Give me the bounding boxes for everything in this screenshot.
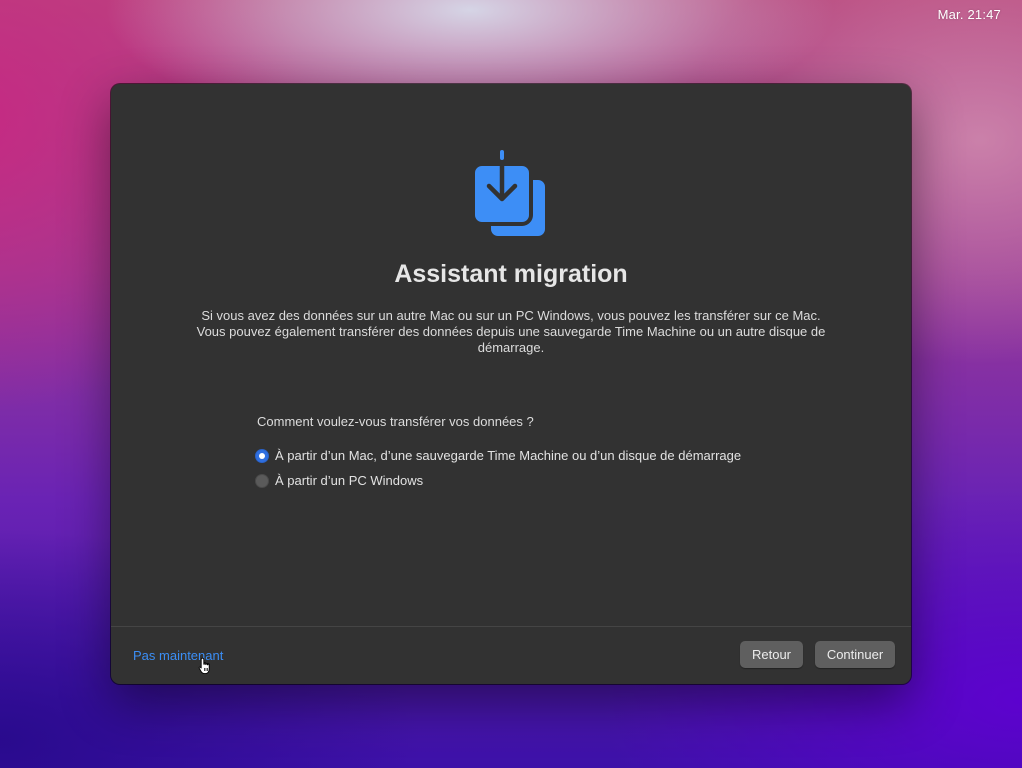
radio-selected-icon[interactable] [255, 448, 269, 463]
option-windows-transfer[interactable]: À partir d’un PC Windows [255, 473, 423, 488]
back-button[interactable]: Retour [740, 641, 803, 668]
option-mac-transfer[interactable]: À partir d’un Mac, d’une sauvegarde Time… [255, 448, 741, 463]
footer-divider [111, 626, 911, 627]
description-text: Si vous avez des données sur un autre Ma… [196, 308, 826, 355]
option-windows-label[interactable]: À partir d’un PC Windows [275, 473, 423, 488]
option-mac-label[interactable]: À partir d’un Mac, d’une sauvegarde Time… [275, 448, 741, 463]
radio-unselected-icon[interactable] [255, 473, 269, 488]
page-title: Assistant migration [394, 260, 628, 288]
transfer-question: Comment voulez-vous transférer vos donné… [257, 414, 534, 429]
menubar-clock[interactable]: Mar. 21:47 [938, 7, 1001, 22]
hand-pointer-cursor-icon [198, 657, 210, 675]
migration-assistant-window: Assistant migration Si vous avez des don… [111, 84, 911, 684]
migration-assistant-icon [471, 150, 549, 240]
continue-button[interactable]: Continuer [815, 641, 895, 668]
